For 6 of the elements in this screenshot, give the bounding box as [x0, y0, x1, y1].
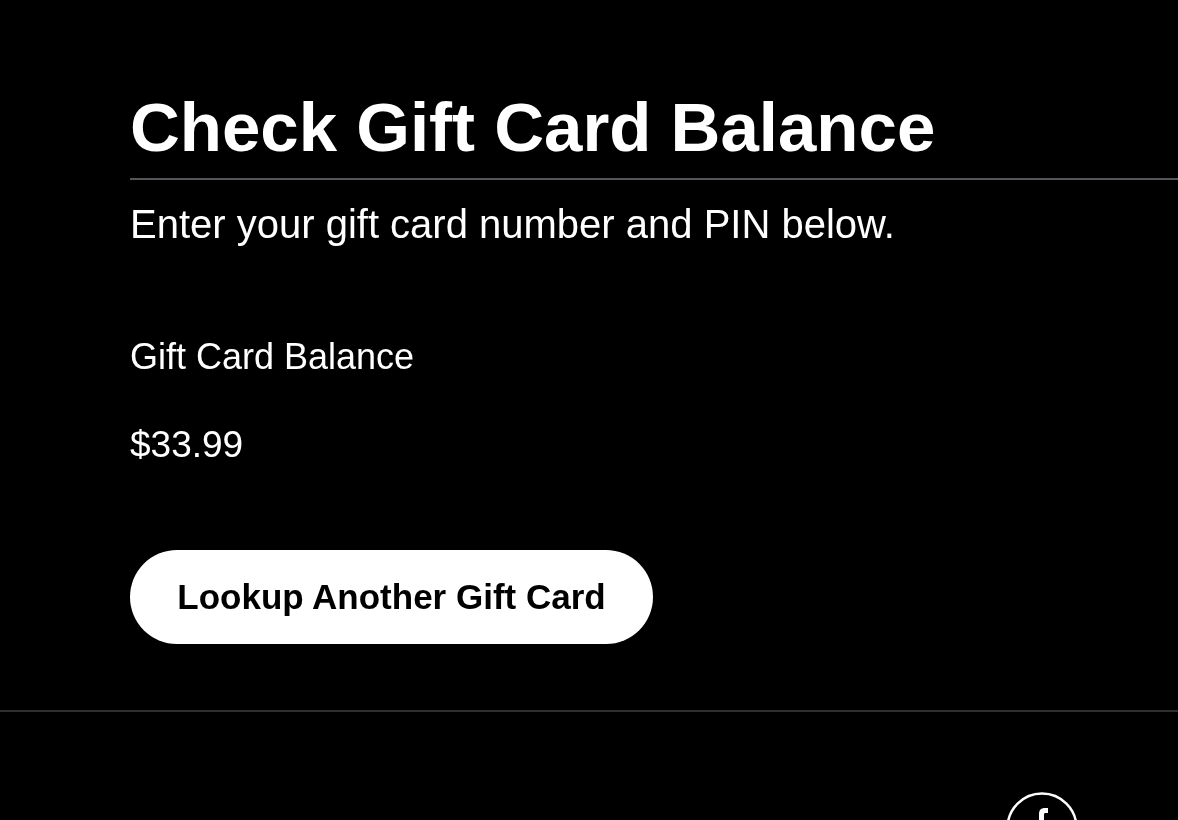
balance-amount: $33.99 [130, 423, 244, 467]
facebook-icon[interactable] [1006, 792, 1078, 820]
page-title: Check Gift Card Balance [130, 88, 936, 168]
instructions-text: Enter your gift card number and PIN below. [130, 201, 895, 248]
balance-label: Gift Card Balance [130, 336, 415, 378]
lookup-another-button[interactable]: Lookup Another Gift Card [130, 550, 653, 644]
